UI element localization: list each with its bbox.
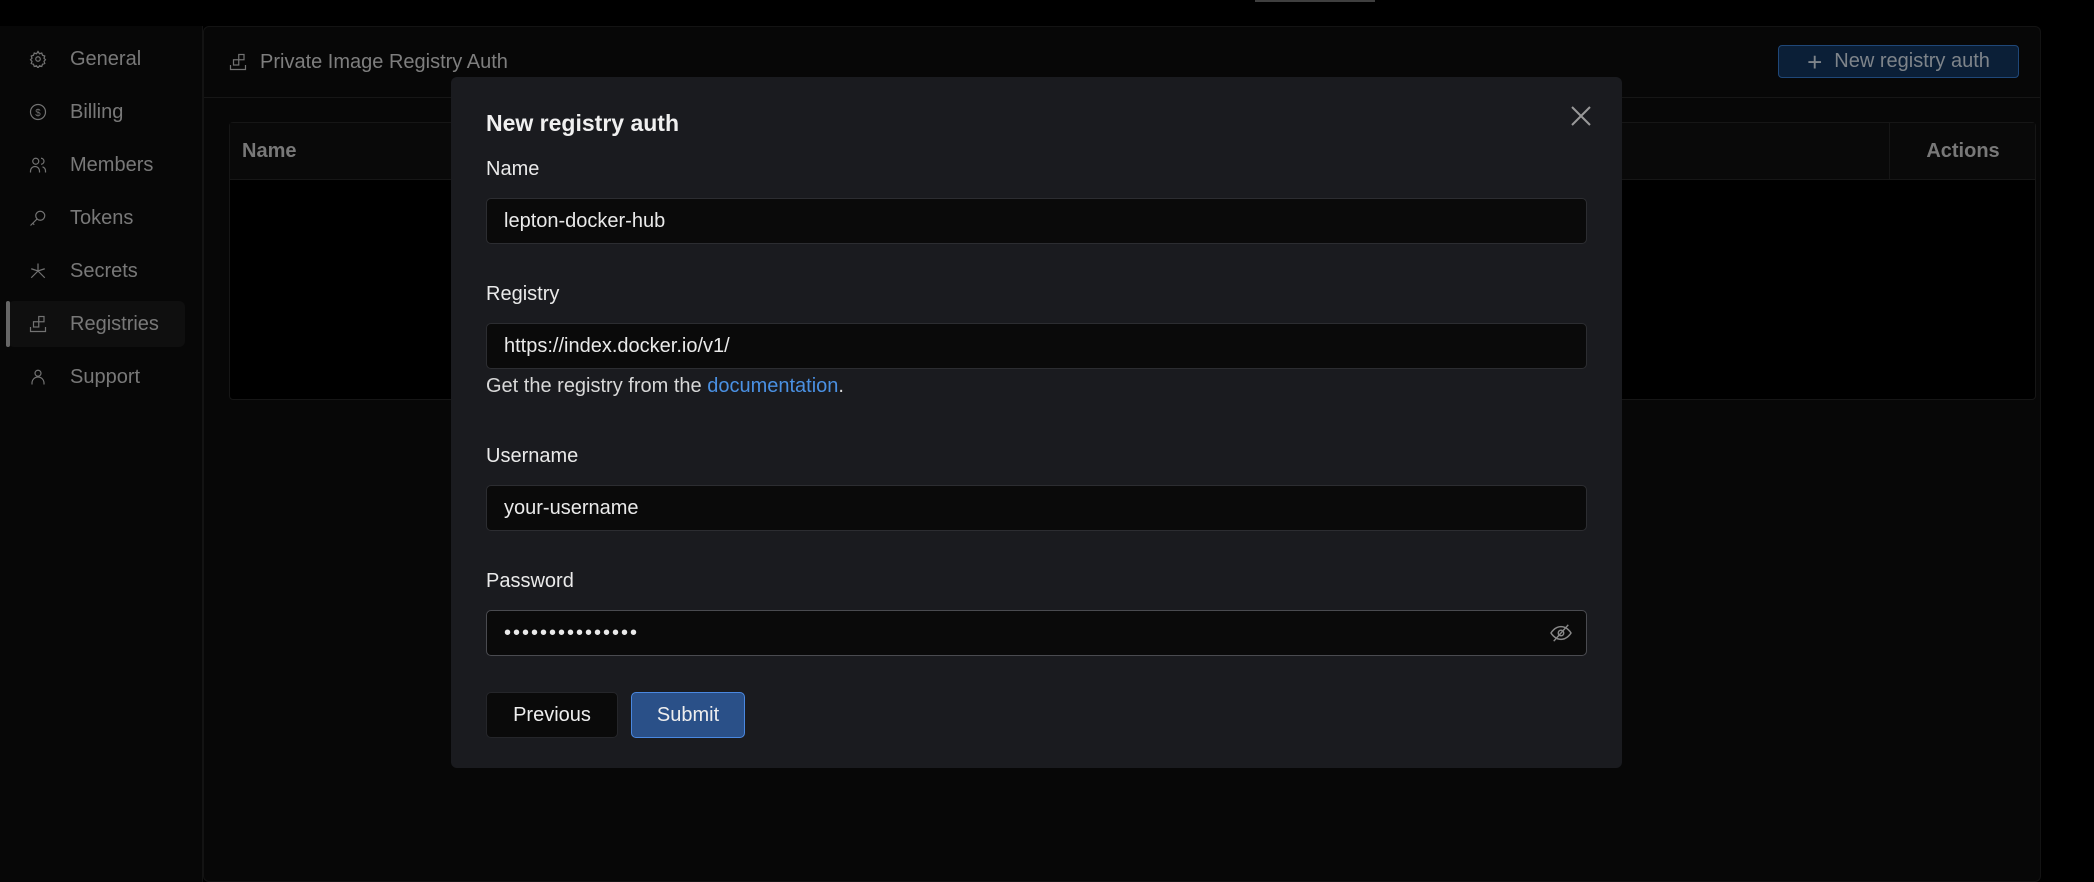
dialog-title: New registry auth [486,110,679,136]
registry-label: Registry [486,283,560,305]
password-value: ••••••••••••••• [504,621,640,644]
password-input[interactable]: ••••••••••••••• [486,610,1587,656]
new-registry-auth-dialog: New registry auth Name lepton-docker-hub… [451,77,1622,768]
registry-help: Get the registry from the documentation. [486,375,844,398]
username-label: Username [486,445,579,467]
close-icon[interactable] [1570,105,1592,132]
help-text: Get the registry from the [486,375,708,397]
username-input[interactable]: your-username [486,485,1587,531]
password-label: Password [486,570,574,592]
registry-input[interactable]: https://index.docker.io/v1/ [486,323,1587,369]
submit-button[interactable]: Submit [631,692,745,738]
name-input[interactable]: lepton-docker-hub [486,198,1587,244]
name-label: Name [486,158,540,180]
eye-off-icon[interactable] [1550,623,1572,649]
previous-button[interactable]: Previous [486,692,618,738]
documentation-link[interactable]: documentation [707,375,838,397]
help-suffix: . [838,375,844,397]
